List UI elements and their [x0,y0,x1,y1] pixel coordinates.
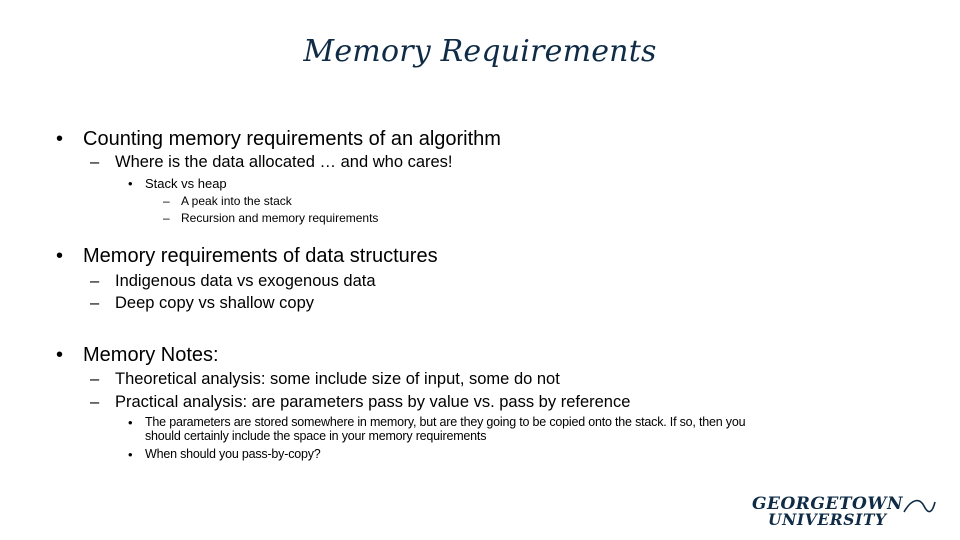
dash-marker: – [90,153,100,171]
bullet-marker: • [128,415,133,430]
dash-marker: – [90,294,100,312]
slide-title: Memory Requirements [303,34,657,69]
bullet-text: Theoretical analysis: some include size … [115,370,560,388]
bullet-text: Memory Notes: [83,344,219,366]
bullet-level3: • The parameters are stored somewhere in… [128,415,746,430]
bullet-level1: • Counting memory requirements of an alg… [56,128,501,151]
bullet-text: The parameters are stored somewhere in m… [145,415,746,429]
bullet-marker: • [56,245,64,267]
bullet-text: Counting memory requirements of an algor… [83,128,501,150]
bullet-level1: • Memory requirements of data structures [56,245,438,268]
bullet-marker: • [128,447,133,462]
logo-line2: UNIVERSITY [768,510,887,529]
bullet-text-continuation: should certainly include the space in yo… [145,429,487,443]
bullet-text: A peak into the stack [181,194,292,208]
dash-marker: – [90,393,100,411]
bullet-text: Recursion and memory requirements [181,211,379,225]
dash-marker: – [163,194,170,208]
bullet-text: Deep copy vs shallow copy [115,294,315,312]
bullet-level1: • Memory Notes: [56,344,219,367]
bullet-marker: • [128,176,133,191]
dash-marker: – [90,370,100,388]
bullet-text: When should you pass-by-copy? [145,447,321,461]
bullet-text: Memory requirements of data structures [83,245,438,267]
bullet-marker: • [56,344,64,366]
bullet-level3: • When should you pass-by-copy? [128,447,321,462]
dash-marker: – [163,211,170,225]
dash-marker: – [90,272,100,290]
bullet-level3: • Stack vs heap [128,176,227,191]
bullet-level4: – A peak into the stack [163,194,292,208]
bullet-level2: – Indigenous data vs exogenous data [90,272,376,291]
logo-swash-icon [903,499,936,513]
bullet-marker: • [56,128,64,150]
bullet-level4: – Recursion and memory requirements [163,211,378,225]
bullet-text: Where is the data allocated … and who ca… [115,153,453,171]
bullet-level2: – Where is the data allocated … and who … [90,153,453,172]
bullet-text: Indigenous data vs exogenous data [115,272,376,290]
bullet-level2: – Deep copy vs shallow copy [90,294,314,313]
bullet-level2: – Practical analysis: are parameters pas… [90,393,630,412]
georgetown-university-logo: GEORGETOWN UNIVERSITY [752,494,937,530]
bullet-level2: – Theoretical analysis: some include siz… [90,370,560,389]
bullet-text: Stack vs heap [145,176,227,191]
bullet-text: Practical analysis: are parameters pass … [115,393,631,411]
